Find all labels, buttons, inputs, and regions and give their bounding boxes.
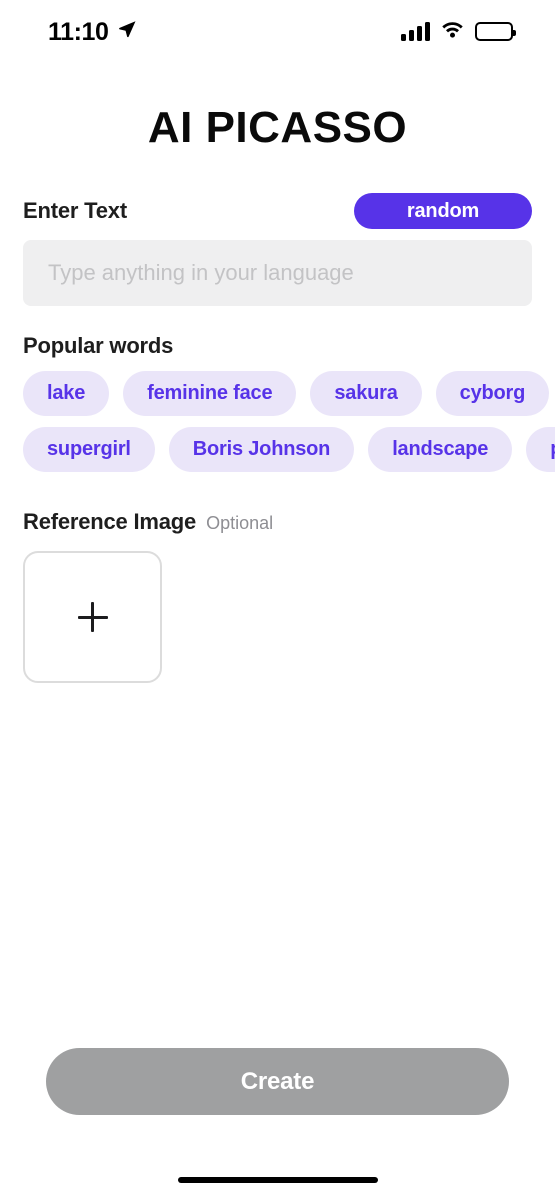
prompt-input[interactable] <box>23 240 532 306</box>
wifi-icon <box>440 19 465 43</box>
cellular-signal-icon <box>401 21 430 41</box>
popular-word-chip[interactable]: Boris Johnson <box>168 427 355 472</box>
status-bar-right <box>401 19 516 43</box>
popular-words-section: Popular words <box>0 333 555 359</box>
popular-word-chip[interactable]: landscape <box>368 427 513 472</box>
popular-word-chip[interactable]: p <box>526 427 555 472</box>
popular-word-chip[interactable]: cyborg <box>435 371 550 416</box>
battery-full-icon <box>475 21 516 41</box>
status-bar-time: 11:10 <box>48 17 109 46</box>
status-bar: 11:10 <box>0 0 555 62</box>
location-arrow-icon <box>117 19 137 44</box>
main-content: Enter Text random Popular words lake fem… <box>0 190 555 683</box>
reference-image-title: Reference Image <box>23 509 197 534</box>
popular-words-row-1[interactable]: lake feminine face sakura cyborg <box>0 371 555 416</box>
enter-text-label: Enter Text <box>23 198 127 223</box>
enter-text-header: Enter Text random <box>23 190 532 232</box>
create-button[interactable]: Create <box>46 1048 509 1115</box>
reference-image-section: Reference Image Optional <box>0 509 555 683</box>
plus-icon <box>77 602 108 632</box>
random-button[interactable]: random <box>354 193 532 229</box>
popular-word-chip[interactable]: sakura <box>310 371 422 416</box>
popular-word-chip[interactable]: feminine face <box>123 371 297 416</box>
reference-image-optional-label: Optional <box>206 513 274 533</box>
home-indicator <box>177 1177 378 1183</box>
popular-words-row-2[interactable]: supergirl Boris Johnson landscape p <box>0 427 555 472</box>
popular-words-title: Popular words <box>23 333 174 358</box>
popular-word-chip[interactable]: lake <box>23 371 110 416</box>
popular-word-chip[interactable]: supergirl <box>23 427 155 472</box>
reference-image-header: Reference Image Optional <box>23 509 532 535</box>
add-reference-image-button[interactable] <box>23 551 162 683</box>
app-title: AI PICASSO <box>147 103 408 152</box>
enter-text-section: Enter Text random <box>0 190 555 306</box>
status-bar-left: 11:10 <box>48 18 137 45</box>
